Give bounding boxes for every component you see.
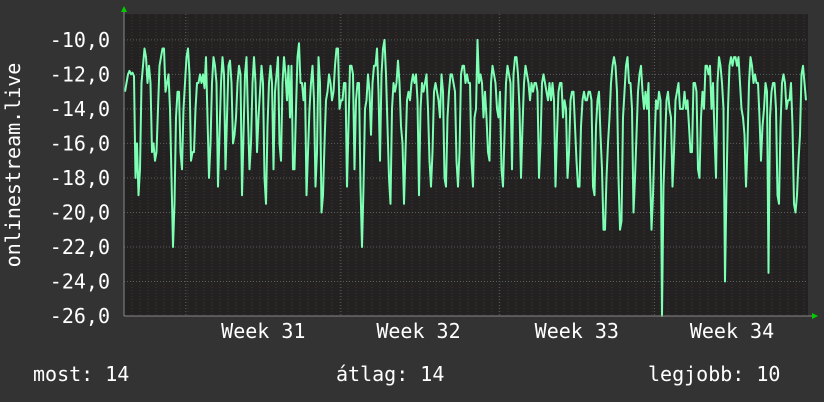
y-axis-ticks: -10,0 -12,0 -14,0 -16,0 -18,0 -20,0 -22,0 -24,0… bbox=[50, 28, 110, 328]
y-tick-label: -12,0 bbox=[50, 62, 110, 86]
y-tick-label: -26,0 bbox=[50, 304, 110, 328]
y-tick-label: -16,0 bbox=[50, 131, 110, 155]
y-tick-label: -24,0 bbox=[50, 269, 110, 293]
stat-last: most: 14 bbox=[33, 362, 130, 386]
y-tick-label: -22,0 bbox=[50, 235, 110, 259]
x-axis-ticks: Week 31 Week 32 Week 33 Week 34 bbox=[221, 319, 774, 343]
y-tick-label: -18,0 bbox=[50, 166, 110, 190]
x-tick-label: Week 31 bbox=[221, 319, 305, 343]
y-tick-label: -10,0 bbox=[50, 28, 110, 52]
y-axis-title: onlinestream.live bbox=[1, 63, 25, 268]
y-tick-label: -20,0 bbox=[50, 200, 110, 224]
y-axis-arrow-icon bbox=[121, 6, 127, 12]
x-tick-label: Week 32 bbox=[376, 319, 460, 343]
stat-best: legjobb: 10 bbox=[648, 362, 781, 386]
footer-stats: most: 14 átlag: 14 legjobb: 10 bbox=[0, 362, 824, 390]
x-tick-label: Week 34 bbox=[690, 319, 774, 343]
x-axis-arrow-icon bbox=[812, 313, 818, 319]
stat-average: átlag: 14 bbox=[336, 362, 445, 386]
x-tick-label: Week 33 bbox=[535, 319, 619, 343]
chart: -10,0 -12,0 -14,0 -16,0 -18,0 -20,0 -22,0 -24,0… bbox=[1, 6, 818, 343]
y-tick-label: -14,0 bbox=[50, 97, 110, 121]
